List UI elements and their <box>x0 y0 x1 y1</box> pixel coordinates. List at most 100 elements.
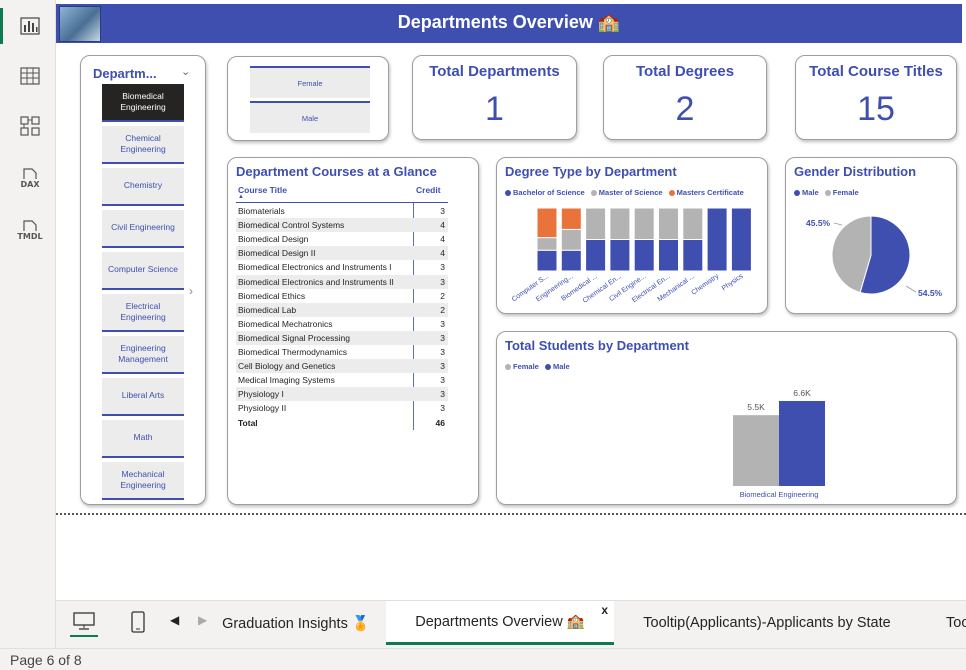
slicer-item[interactable]: Electrical Engineering <box>102 294 184 332</box>
bar-segment[interactable] <box>536 207 558 239</box>
bar-segment[interactable] <box>585 207 607 240</box>
credit-cell: 2 <box>440 290 445 301</box>
table-row[interactable]: Biomedical Design 4 <box>236 232 448 246</box>
bar-segment[interactable] <box>536 237 558 251</box>
tab-tooltip-applicants[interactable]: Tooltip(Applicants)-Applicants by State <box>614 601 920 645</box>
bar-segment[interactable] <box>609 239 631 272</box>
header-divider <box>236 202 448 203</box>
report-canvas: Departments Overview 🏫 Departm... ⌄ Biom… <box>56 0 966 600</box>
table-row[interactable]: Biomedical Control Systems 4 <box>236 218 448 233</box>
data-label: 6.6K <box>793 388 811 398</box>
bar-segment[interactable] <box>609 207 631 240</box>
dax-query-button[interactable]: DAX <box>10 160 50 196</box>
credit-cell: 3 <box>440 375 445 386</box>
slicer-item[interactable]: Math <box>102 420 184 458</box>
course-title-cell: Medical Imaging Systems <box>238 375 335 386</box>
course-title-cell: Biomedical Signal Processing <box>238 332 350 343</box>
bar-segment[interactable] <box>536 249 558 272</box>
gender-option-female[interactable]: Female <box>250 66 370 98</box>
credit-cell: 4 <box>440 248 445 259</box>
pie-data-label: 45.5% <box>806 218 831 228</box>
degree-type-chart: Computer S...Engineering...Biomedical ..… <box>511 207 752 305</box>
table-row[interactable]: Biomedical Ethics 2 <box>236 289 448 303</box>
table-view-button[interactable] <box>10 58 50 94</box>
slicer-item[interactable]: Chemistry <box>102 168 184 206</box>
students-by-department-card: Total Students by Department Female Male… <box>496 331 957 505</box>
course-title-cell: Biomedical Ethics <box>238 290 306 301</box>
model-view-button[interactable] <box>10 108 50 144</box>
course-title-cell: Biomaterials <box>238 206 285 216</box>
tab-departments-overview[interactable]: Departments Overview 🏫 x <box>386 601 614 645</box>
bar[interactable] <box>779 401 825 486</box>
credit-cell: 3 <box>440 276 445 287</box>
table-row[interactable]: Physiology I 3 <box>236 387 448 402</box>
status-bar: Page 6 of 8 <box>0 648 966 670</box>
slicer-item[interactable]: Computer Science <box>102 252 184 290</box>
bar[interactable] <box>733 415 779 486</box>
desktop-layout-button[interactable] <box>70 607 98 637</box>
x-tick-label: Chemistry <box>690 273 720 297</box>
slicer-title: Departm... <box>93 66 157 81</box>
page-boundary <box>56 513 966 515</box>
bar-segment[interactable] <box>560 228 582 251</box>
credit-cell: 3 <box>440 318 445 329</box>
dax-label: DAX <box>20 179 40 189</box>
table-row[interactable]: Biomaterials 3 <box>236 204 448 218</box>
tab-graduation-insights[interactable]: Graduation Insights 🏅 <box>206 601 386 645</box>
slicer-item[interactable]: Liberal Arts <box>102 378 184 416</box>
table-row[interactable]: Cell Biology and Genetics 3 <box>236 359 448 374</box>
sort-ascending-icon: ▲ <box>238 194 244 200</box>
tmdl-label: TMDL <box>17 231 43 241</box>
table-row[interactable]: Biomedical Design II 4 <box>236 246 448 261</box>
table-row[interactable]: Biomedical Electronics and Instruments I… <box>236 260 448 274</box>
slicer-item[interactable]: Biomedical Engineering <box>102 84 184 122</box>
bar-segment[interactable] <box>730 207 752 272</box>
table-view-icon <box>20 67 40 85</box>
bar-segment[interactable] <box>706 207 728 272</box>
table-row[interactable]: Biomedical Thermodynamics 3 <box>236 345 448 359</box>
page-tab-bar: ◀ ▶ Graduation Insights 🏅 Departments Ov… <box>56 600 966 648</box>
table-row[interactable]: Biomedical Mechatronics 3 <box>236 317 448 331</box>
slicer-item[interactable]: Mechanical Engineering <box>102 462 184 500</box>
course-title-cell: Biomedical Thermodynamics <box>238 347 347 357</box>
course-title-cell: Physiology I <box>238 389 284 400</box>
tab-truncated[interactable]: Too <box>920 601 966 645</box>
column-header-course-title[interactable]: Course Title <box>238 185 287 195</box>
bar-segment[interactable] <box>658 239 679 272</box>
bar-segment[interactable] <box>560 249 582 272</box>
table-row[interactable]: Medical Imaging Systems 3 <box>236 373 448 387</box>
degree-type-chart-card: Degree Type by Department Bachelor of Sc… <box>496 157 768 314</box>
bar-segment[interactable] <box>682 239 704 272</box>
slicer-item[interactable]: Engineering Management <box>102 336 184 374</box>
chevron-right-icon[interactable]: › <box>189 284 193 298</box>
bar-segment[interactable] <box>633 207 655 240</box>
bar-segment[interactable] <box>633 239 655 272</box>
credit-cell: 3 <box>440 403 445 414</box>
slicer-item[interactable]: Chemical Engineering <box>102 126 184 164</box>
x-tick-label: Physics <box>721 273 745 293</box>
bar-segment[interactable] <box>560 207 582 230</box>
bar-segment[interactable] <box>658 207 679 240</box>
table-row[interactable]: Biomedical Signal Processing 3 <box>236 330 448 345</box>
course-title-cell: Physiology II <box>238 403 287 414</box>
tmdl-view-button[interactable]: TMDL <box>10 212 50 248</box>
chevron-down-icon[interactable]: ⌄ <box>181 65 190 78</box>
page-title: Departments Overview 🏫 <box>397 12 621 32</box>
slicer-item[interactable]: Civil Engineering <box>102 210 184 248</box>
column-header-credit[interactable]: Credit <box>416 185 441 195</box>
table-row[interactable]: Biomedical Lab 2 <box>236 302 448 317</box>
bar-segment[interactable] <box>585 239 607 272</box>
students-bar-chart: 5.5K 6.6K Biomedical Engineering <box>733 388 825 499</box>
table-row[interactable]: Biomedical Electronics and Instruments I… <box>236 274 448 289</box>
report-view-button[interactable] <box>0 8 50 44</box>
kpi-total-course-titles: Total Course Titles 15 <box>795 55 957 140</box>
kpi-value: 2 <box>675 90 695 128</box>
bar-segment[interactable] <box>682 207 704 240</box>
table-row[interactable]: Physiology II 3 <box>236 401 448 415</box>
tab-scroll-left-icon[interactable]: ◀ <box>170 613 179 627</box>
gender-option-male[interactable]: Male <box>250 101 370 133</box>
close-tab-icon[interactable]: x <box>601 603 608 617</box>
mobile-layout-button[interactable] <box>126 607 150 637</box>
tab-label: Graduation Insights 🏅 <box>222 615 370 632</box>
credit-cell: 2 <box>440 304 445 315</box>
